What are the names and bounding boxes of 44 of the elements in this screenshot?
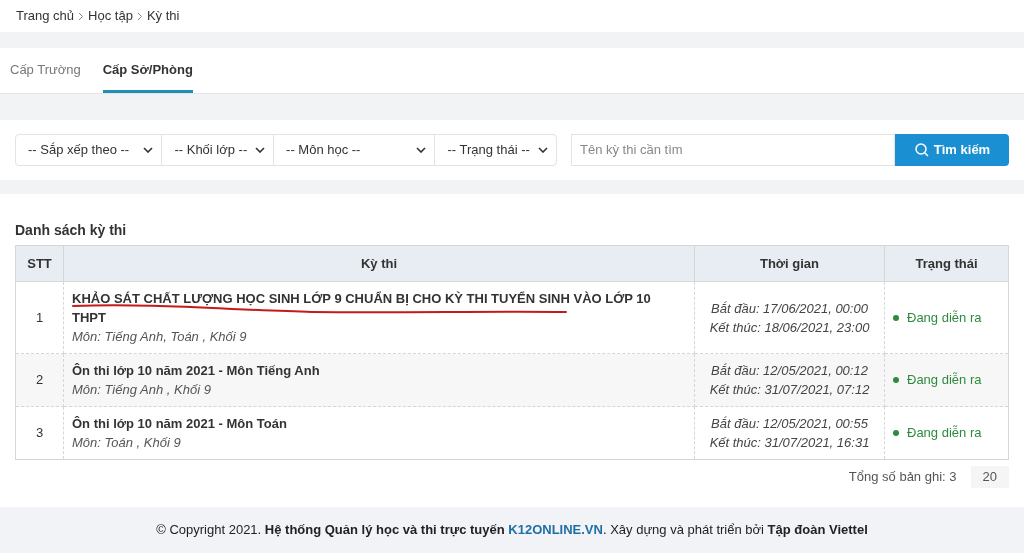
filter-dropdown[interactable]: -- Môn học -- bbox=[273, 135, 435, 165]
chevron-down-icon bbox=[538, 147, 548, 153]
table-cell: 1 bbox=[15, 281, 64, 354]
search-button[interactable]: Tìm kiếm bbox=[895, 134, 1009, 166]
column-header: Thời gian bbox=[694, 245, 885, 282]
filter-dropdown[interactable]: -- Khối lớp -- bbox=[161, 135, 274, 165]
start-time: Bắt đầu: 12/05/2021, 00:12 bbox=[710, 362, 869, 380]
search-icon bbox=[913, 142, 930, 158]
exam-title-link[interactable]: KHẢO SÁT CHẤT LƯỢNG HỌC SINH LỚP 9 CHUẨN BỊ CHO KỲ THI TUYỂN SINH VÀO LỚP 10 THPT bbox=[72, 289, 686, 327]
start-time: Bắt đầu: 17/06/2021, 00:00 bbox=[710, 299, 869, 318]
breadcrumb-link[interactable]: Trang chủ bbox=[16, 6, 75, 26]
tab[interactable]: Cấp Trường bbox=[10, 47, 81, 93]
table-cell: 2 bbox=[15, 353, 64, 407]
search-field[interactable]: Tên kỳ thi cần tìm bbox=[571, 134, 895, 166]
column-header: STT bbox=[15, 245, 64, 282]
filter-dropdown[interactable]: -- Sắp xếp theo -- bbox=[16, 135, 162, 165]
tab[interactable]: Cấp Sở/Phòng bbox=[102, 47, 193, 93]
breadcrumb-link[interactable]: Học tập bbox=[88, 6, 133, 26]
start-time: Bắt đầu: 12/05/2021, 00:55 bbox=[710, 415, 869, 433]
end-time: Kết thúc: 18/06/2021, 23:00 bbox=[708, 318, 871, 337]
footer-copyright: © Copyright 2021. Hệ thống Quản lý học và thi trực tuyến K12ONLINE.VN. Xây dựng và phát triển bởi Tập đoàn Viettel bbox=[156, 521, 868, 540]
exam-subtitle: Môn: Tiếng Anh, Toán , Khối 9 bbox=[72, 328, 248, 346]
status-text: Đang diễn ra bbox=[907, 308, 982, 327]
filter-dropdown[interactable]: -- Trạng thái -- bbox=[434, 135, 556, 165]
status-text: Đang diễn ra bbox=[907, 424, 982, 443]
column-header: Trạng thái bbox=[884, 245, 1009, 282]
end-time: Kết thúc: 31/07/2021, 16:31 bbox=[708, 434, 871, 452]
end-time: Kết thúc: 31/07/2021, 07:12 bbox=[708, 381, 871, 399]
exam-subtitle: Môn: Tiếng Anh , Khối 9 bbox=[72, 381, 212, 399]
exam-subtitle: Môn: Toán , Khối 9 bbox=[72, 434, 182, 452]
breadcrumb-link[interactable]: Kỳ thi bbox=[146, 6, 180, 26]
chevron-right-icon bbox=[78, 11, 85, 21]
exam-title-link[interactable]: Ôn thi lớp 10 năm 2021 - Môn Toán bbox=[72, 414, 686, 433]
column-header: Kỳ thi bbox=[63, 245, 695, 282]
exam-title-link[interactable]: Ôn thi lớp 10 năm 2021 - Môn Tiếng Anh bbox=[72, 361, 686, 380]
chevron-down-icon bbox=[416, 147, 427, 153]
website-link[interactable]: K12ONLINE.VN bbox=[508, 522, 603, 538]
total-records: Tổng số bản ghi: 3 bbox=[848, 468, 957, 487]
status-text: Đang diễn ra bbox=[907, 371, 982, 390]
chevron-right-icon bbox=[136, 11, 143, 21]
page-size-select[interactable]: 20 bbox=[970, 466, 1009, 488]
chevron-down-icon bbox=[255, 147, 266, 153]
chevron-down-icon bbox=[143, 147, 154, 153]
section-title: Danh sách kỳ thi bbox=[15, 221, 128, 240]
